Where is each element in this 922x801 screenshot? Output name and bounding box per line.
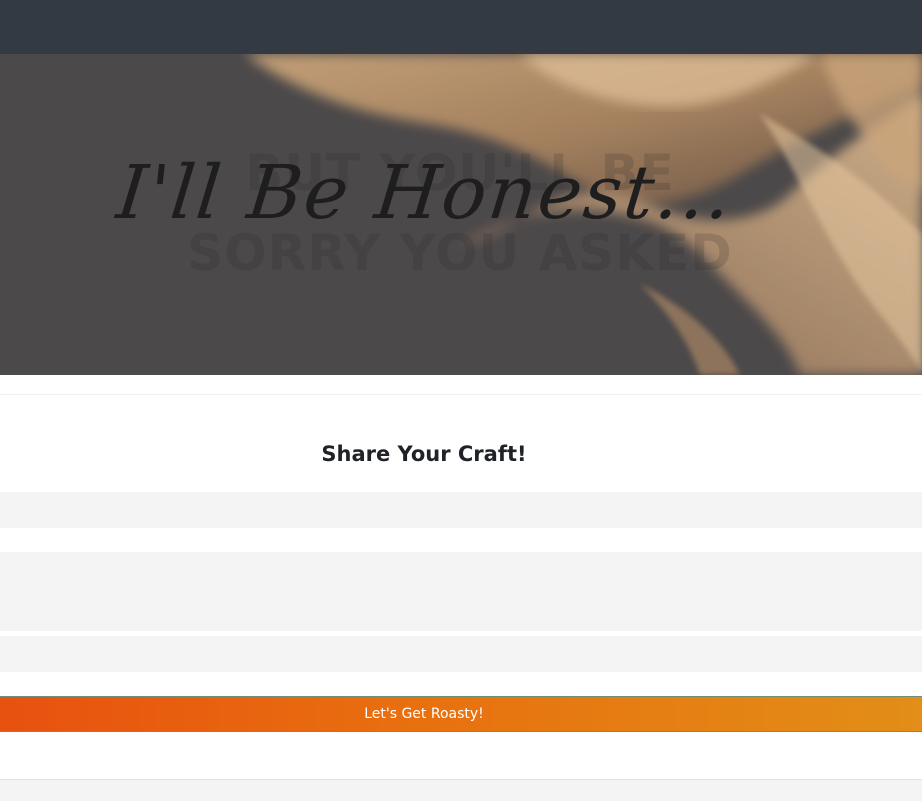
- form-heading: Share Your Craft!: [321, 442, 527, 466]
- hero-headline: I'll Be Honest...: [112, 150, 737, 236]
- top-navbar: [0, 0, 922, 54]
- footer-strip: [0, 779, 922, 801]
- submit-roast-button[interactable]: Let's Get Roasty!: [0, 696, 922, 732]
- hero-banner: BUT YOU'LL BE SORRY YOU ASKED I'll Be Ho…: [0, 54, 922, 375]
- craft-link-input[interactable]: [0, 636, 922, 672]
- craft-description-textarea[interactable]: [0, 552, 922, 631]
- craft-title-input[interactable]: [0, 492, 922, 528]
- section-divider: [0, 394, 922, 395]
